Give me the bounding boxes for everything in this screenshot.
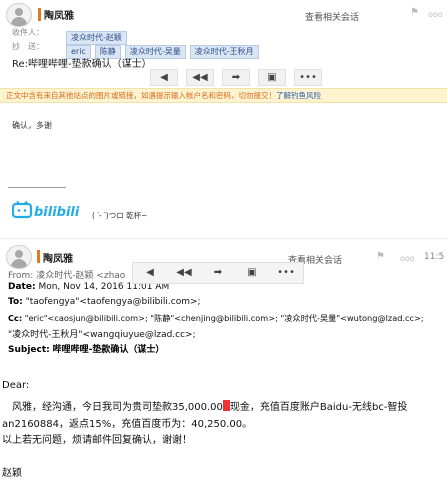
flag-icon[interactable]: ⚑ — [376, 251, 385, 262]
sender-flag-bar — [38, 8, 41, 21]
floating-toolbar: ◀ ◀◀ ➡ ▣ ••• — [132, 262, 304, 284]
body-line-3: 以上若无问题，烦请邮件回复确认，谢谢！ — [2, 435, 192, 446]
quoted-cc-cont: "凌众时代-王秋月"<wangqiuyue@lzad.cc>; — [8, 330, 196, 340]
signature-divider — [8, 187, 66, 188]
archive-button[interactable]: ▣ — [258, 69, 286, 86]
reply-body: 确认，多谢 — [12, 121, 52, 130]
bilibili-logo: bilibili — [11, 200, 90, 220]
email-subject: Re:哔哩哔哩-垫款确认（谋士） — [12, 59, 152, 70]
body-line-1: 风雅，经沟通，今日我司为贵司垫款35,000.00 现金，充值百度账户Baidu-… — [2, 400, 408, 413]
forward-icon: ➡ — [231, 72, 241, 83]
forward-button[interactable]: ➡ — [222, 69, 250, 86]
logo-text: bilibili — [34, 205, 80, 219]
sender-name[interactable]: 陶凤雅 — [44, 7, 74, 22]
sender-flag-bar — [37, 250, 40, 263]
archive-button[interactable]: ▣ — [239, 265, 265, 280]
reply-icon: ◀ — [160, 72, 168, 83]
reply-button[interactable]: ◀ — [137, 265, 163, 280]
archive-icon: ▣ — [267, 72, 277, 83]
sender-avatar[interactable] — [6, 3, 32, 27]
flag-icon[interactable]: ⚑ — [410, 7, 419, 18]
sender-name[interactable]: 陶凤雅 — [43, 250, 73, 265]
warning-text: 正文中含有来自其他站点的图片或链接，如遇提示输入帐户名和密码，切勿提交！ — [6, 91, 276, 100]
more-button[interactable]: ••• — [273, 265, 299, 280]
phishing-risk-link[interactable]: 了解钓鱼风险 — [276, 91, 321, 100]
status-dots: ooo — [428, 10, 443, 19]
reply-all-icon: ◀◀ — [192, 72, 208, 83]
cc-chip[interactable]: 凌众时代-王秋月 — [189, 45, 259, 59]
reply-all-button[interactable]: ◀◀ — [171, 265, 197, 280]
quoted-from: From: 凌众时代-赵颖 <zhao — [8, 271, 126, 281]
forward-button[interactable]: ➡ — [205, 265, 231, 280]
time-label: 11:5 — [424, 252, 445, 262]
more-icon: ••• — [277, 267, 295, 278]
quoted-to: To: "taofengya"<taofengya@bilibili.com>; — [8, 297, 201, 307]
reply-button[interactable]: ◀ — [150, 69, 178, 86]
sender-avatar[interactable] — [6, 245, 32, 269]
quoted-cc: Cc: "eric"<caosjun@bilibili.com>; "陈静"<c… — [8, 313, 424, 323]
body-line-2: an2160884，返点15%，充值百度币为：40,250.00。 — [2, 419, 253, 430]
to-label: 收件人： — [12, 28, 44, 37]
quoted-subject: Subject: 哔哩哔哩-垫款确认（谋士） — [8, 345, 165, 355]
more-button[interactable]: ••• — [294, 69, 322, 86]
forward-icon: ➡ — [213, 267, 223, 278]
body-greeting: Dear: — [2, 380, 30, 391]
body-signature: 赵颖 — [2, 468, 22, 479]
archive-icon: ▣ — [247, 267, 257, 278]
status-dots: ooo — [400, 254, 415, 263]
email-divider — [0, 238, 447, 239]
more-icon: ••• — [299, 72, 317, 83]
reply-all-icon: ◀◀ — [176, 267, 192, 278]
phishing-warning-bar: 正文中含有来自其他站点的图片或链接，如遇提示输入帐户名和密码，切勿提交！了解钓鱼… — [0, 88, 447, 103]
redaction-mark — [222, 400, 230, 411]
reply-all-button[interactable]: ◀◀ — [186, 69, 214, 86]
cc-label: 抄 送： — [12, 42, 44, 51]
related-conversations-link[interactable]: 查看相关会话 — [305, 10, 359, 23]
reply-icon: ◀ — [146, 267, 154, 278]
signature-kaomoji: ( ‵- ‵)つロ 乾杯~ — [92, 211, 148, 220]
